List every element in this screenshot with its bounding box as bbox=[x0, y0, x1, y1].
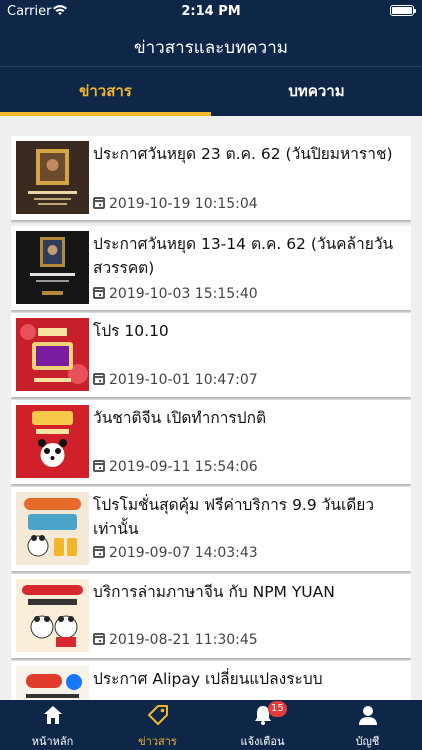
top-header: Carrier 2:14 PM ข่าวสารและบทความ ข่าวสาร… bbox=[0, 0, 422, 116]
news-item[interactable]: บริการล่ามภาษาจีน กับ NPM YUAN 2019-08-2… bbox=[11, 574, 411, 658]
chinese-national-day-thumbnail bbox=[16, 405, 89, 478]
status-time: 2:14 PM bbox=[181, 4, 241, 19]
news-title: วันชาติจีน เปิดทำการปกติ bbox=[93, 409, 267, 427]
news-title: ประกาศวันหยุด 13-14 ต.ค. 62 (วันคล้ายวัน… bbox=[93, 235, 394, 277]
news-item[interactable]: ประกาศวันหยุด 23 ต.ค. 62 (วันปิยมหาราช) … bbox=[11, 136, 411, 220]
tab-news[interactable]: ข่าวสาร bbox=[0, 67, 211, 117]
active-tab-indicator bbox=[0, 112, 211, 116]
news-date: 2019-09-07 14:03:43 bbox=[109, 545, 258, 561]
tab-articles[interactable]: บทความ bbox=[211, 67, 422, 117]
calendar-icon bbox=[93, 460, 105, 472]
news-date: 2019-10-19 10:15:04 bbox=[109, 196, 258, 212]
news-title: ประกาศ Alipay เปลี่ยนแปลงระบบ bbox=[93, 670, 323, 688]
tag-icon bbox=[148, 705, 168, 725]
tabbar-home[interactable]: หน้าหลัก bbox=[0, 700, 105, 750]
calendar-icon bbox=[93, 633, 105, 645]
news-title: บริการล่ามภาษาจีน กับ NPM YUAN bbox=[93, 583, 335, 601]
news-item[interactable]: ประกาศ Alipay เปลี่ยนแปลงระบบ bbox=[11, 661, 411, 700]
page-title: ข่าวสารและบทความ bbox=[134, 38, 288, 58]
tabbar-notifications-label: แจ้งเตือน bbox=[240, 735, 285, 748]
tab-news-label: ข่าวสาร bbox=[79, 82, 132, 100]
calendar-icon bbox=[93, 373, 105, 385]
bottom-tab-bar: หน้าหลัก ข่าวสาร 15 แจ้งเตือน บัญชี bbox=[0, 700, 422, 750]
home-icon bbox=[44, 706, 62, 724]
calendar-icon bbox=[93, 546, 105, 558]
status-bar: Carrier 2:14 PM bbox=[0, 0, 422, 22]
notification-badge: 15 bbox=[268, 701, 287, 717]
news-item[interactable]: โปรโมชั่นสุดคุ้ม ฟรีค่าบริการ 9.9 วันเดี… bbox=[11, 487, 411, 571]
news-date: 2019-08-21 11:30:45 bbox=[109, 632, 258, 648]
news-title: ประกาศวันหยุด 23 ต.ค. 62 (วันปิยมหาราช) bbox=[93, 145, 393, 163]
tabbar-news[interactable]: ข่าวสาร bbox=[105, 700, 210, 750]
tabbar-notifications[interactable]: 15 แจ้งเตือน bbox=[210, 700, 315, 750]
king-portrait-thumbnail bbox=[16, 141, 89, 214]
memorial-portrait-thumbnail bbox=[16, 231, 89, 304]
promo-99-thumbnail bbox=[16, 492, 89, 565]
calendar-icon bbox=[93, 197, 105, 209]
news-date: 2019-10-03 15:15:40 bbox=[109, 286, 258, 302]
news-item[interactable]: วันชาติจีน เปิดทำการปกติ 2019-09-11 15:5… bbox=[11, 400, 411, 484]
promo-100-thumbnail bbox=[16, 318, 89, 391]
tabbar-home-label: หน้าหลัก bbox=[31, 735, 74, 748]
tab-articles-label: บทความ bbox=[288, 82, 345, 100]
user-icon bbox=[359, 706, 377, 725]
alipay-announcement-thumbnail bbox=[16, 666, 89, 700]
news-date: 2019-09-11 15:54:06 bbox=[109, 459, 258, 475]
news-item[interactable]: โปร 10.10 2019-10-01 10:47:07 bbox=[11, 313, 411, 397]
tabbar-news-label: ข่าวสาร bbox=[138, 735, 177, 748]
news-list[interactable]: ประกาศวันหยุด 23 ต.ค. 62 (วันปิยมหาราช) … bbox=[11, 136, 411, 700]
interpreter-thumbnail bbox=[16, 579, 89, 652]
news-title: โปรโมชั่นสุดคุ้ม ฟรีค่าบริการ 9.9 วันเดี… bbox=[93, 496, 375, 538]
calendar-icon bbox=[93, 287, 105, 299]
tabbar-account-label: บัญชี bbox=[355, 735, 380, 748]
news-item[interactable]: ประกาศวันหยุด 13-14 ต.ค. 62 (วันคล้ายวัน… bbox=[11, 226, 411, 310]
battery-icon bbox=[390, 5, 416, 16]
tabbar-account[interactable]: บัญชี bbox=[315, 700, 420, 750]
news-date: 2019-10-01 10:47:07 bbox=[109, 372, 258, 388]
segment-tabs: ข่าวสาร บทความ bbox=[0, 66, 422, 116]
news-title: โปร 10.10 bbox=[93, 322, 169, 340]
